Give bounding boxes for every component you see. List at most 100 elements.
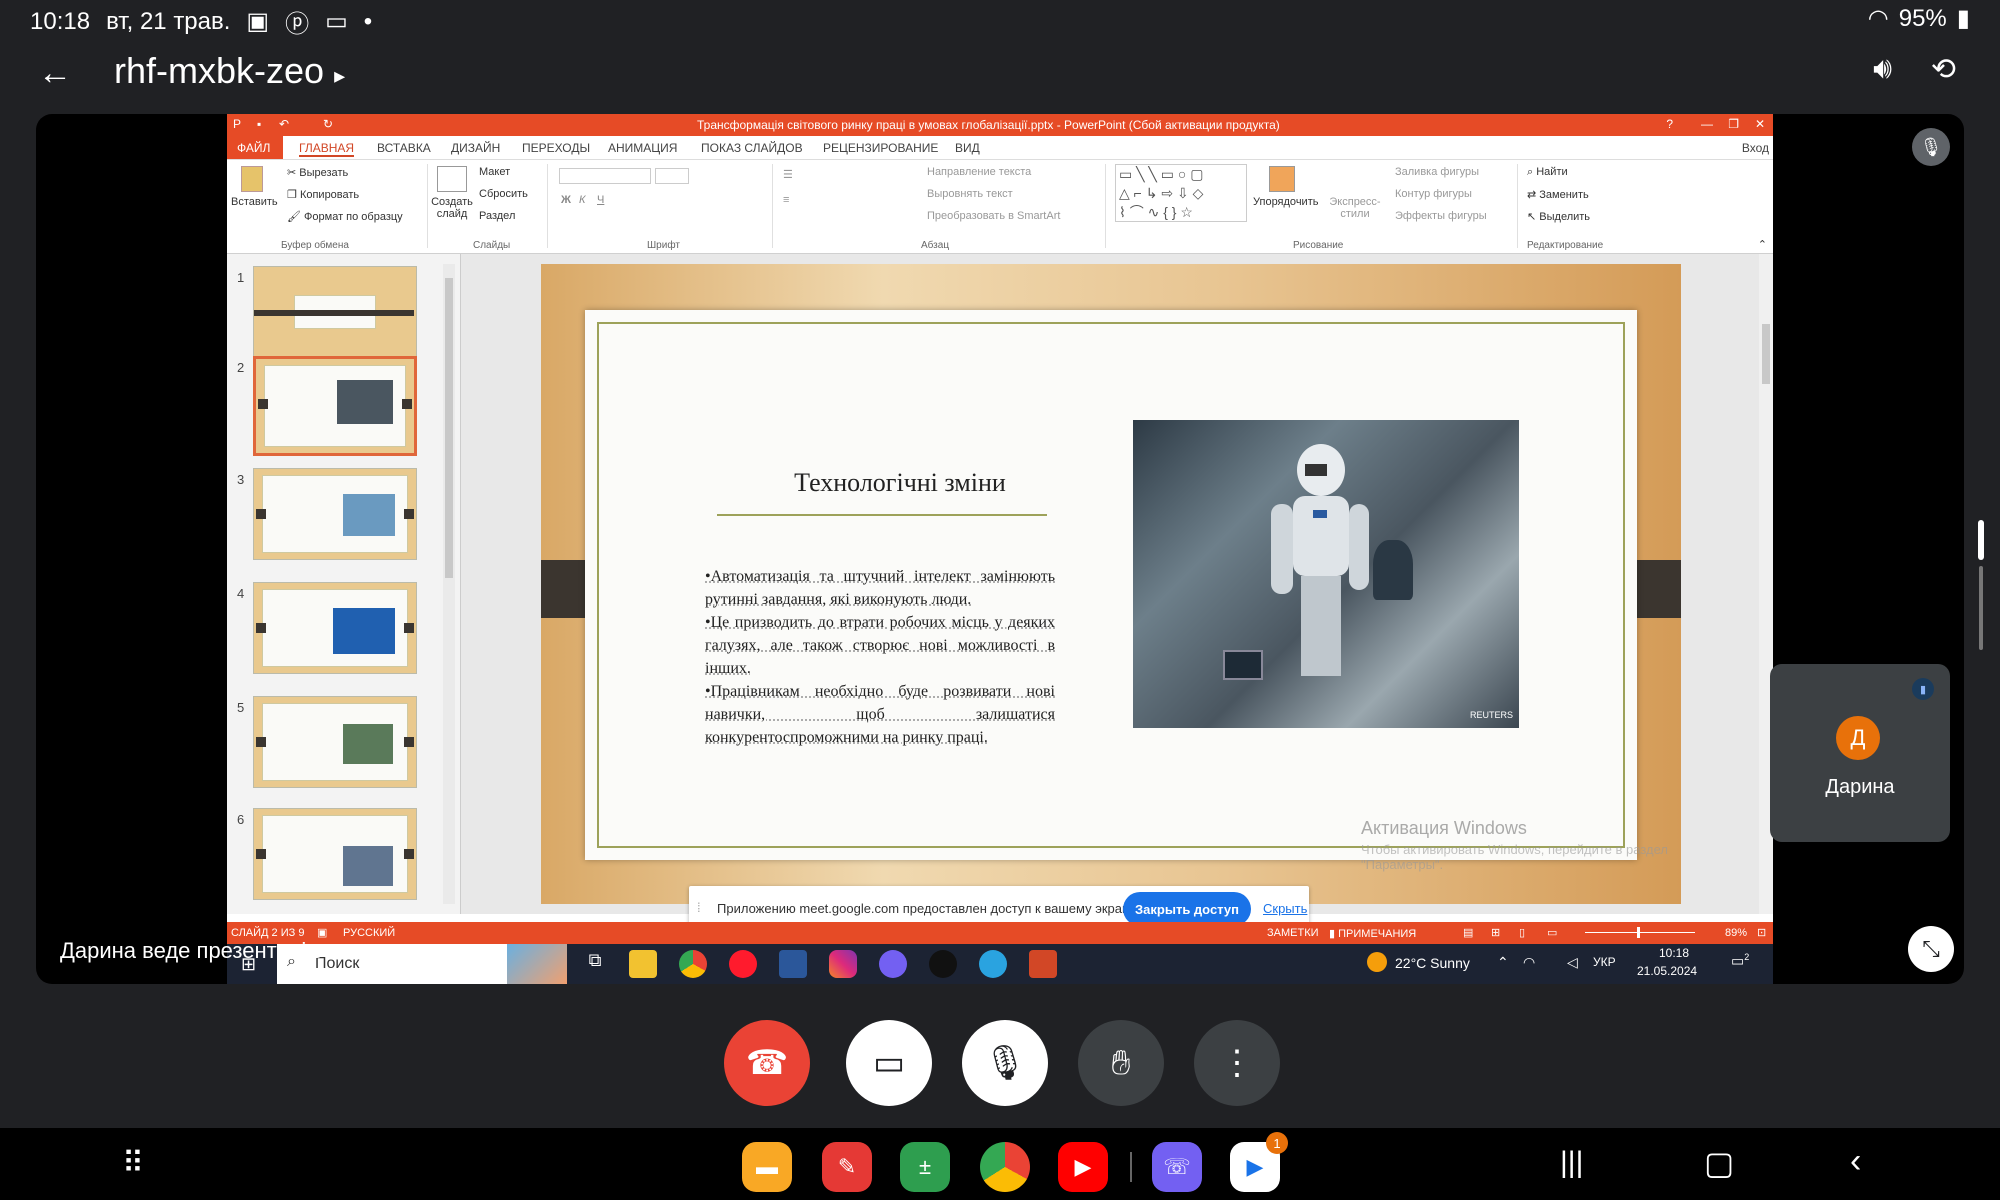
font-size-dropdown[interactable] [655, 168, 689, 184]
input-language[interactable]: УКР [1593, 955, 1616, 969]
shape-outline-button[interactable]: Контур фигуры [1395, 188, 1472, 200]
word-icon[interactable] [779, 950, 807, 978]
arrange-icon[interactable] [1269, 166, 1295, 192]
italic-icon[interactable]: К [579, 194, 585, 206]
shape-effects-button[interactable]: Эффекты фигуры [1395, 210, 1487, 222]
tray-chevron-icon[interactable]: ⌃ [1497, 954, 1509, 971]
instagram-icon[interactable] [829, 950, 857, 978]
robot-factory-photo[interactable]: REUTERS [1133, 420, 1519, 728]
select-button[interactable]: ↖ Выделить [1527, 210, 1590, 223]
tab-design[interactable]: ДИЗАЙН [451, 141, 500, 155]
tab-insert[interactable]: ВСТАВКА [377, 141, 431, 155]
section-button[interactable]: Раздел [479, 210, 515, 222]
fullscreen-exit-icon[interactable]: ⤡ [1908, 926, 1954, 972]
language-status[interactable]: РУССКИЙ [343, 927, 395, 939]
telegram-icon[interactable] [979, 950, 1007, 978]
paste-icon[interactable] [241, 166, 263, 192]
slide-thumbnail[interactable] [253, 266, 417, 358]
arrange-button[interactable]: Упорядочить [1253, 196, 1318, 208]
back-icon[interactable]: ‹ [1850, 1142, 1861, 1181]
underline-icon[interactable]: Ч [597, 194, 604, 206]
new-slide-button[interactable]: Создать слайд [430, 196, 474, 220]
raise-hand-button[interactable]: ✋︎ [1078, 1020, 1164, 1106]
task-view-icon[interactable]: ⧉ [581, 950, 609, 978]
find-button[interactable]: ⌕ Найти [1527, 166, 1568, 179]
replace-button[interactable]: ⇄ Заменить [1527, 188, 1589, 201]
new-slide-icon[interactable] [437, 166, 467, 192]
restore-icon[interactable]: ❐ [1728, 117, 1739, 131]
reset-button[interactable]: Сбросить [479, 188, 528, 200]
slide-thumbnail[interactable] [253, 582, 417, 674]
opera-icon[interactable] [729, 950, 757, 978]
slide-bullets[interactable]: •Автоматизація та штучний інтелект замін… [705, 565, 1055, 749]
recents-icon[interactable]: ||| [1560, 1146, 1583, 1180]
viber-app-icon[interactable]: ☏ [1152, 1142, 1202, 1192]
comments-button[interactable]: ▮ ПРИМЕЧАНИЯ [1329, 927, 1416, 940]
slide-thumbnail-selected[interactable] [253, 356, 417, 456]
copy-button[interactable]: ❐ Копировать [287, 188, 359, 201]
reading-view-icon[interactable]: ▯ [1519, 926, 1525, 939]
shapes-gallery[interactable]: ▭ ╲ ╲ ▭ ○ ▢ △ ⌐ ↳ ⇨ ⇩ ◇ ⌇ ⌒ ∿ { } ☆ [1115, 164, 1247, 222]
slide-thumbnail[interactable] [253, 696, 417, 788]
mic-toggle-button[interactable]: 🎙︎ [962, 1020, 1048, 1106]
notes-button[interactable]: ЗАМЕТКИ [1267, 927, 1319, 939]
sorter-view-icon[interactable]: ⊞ [1491, 926, 1500, 939]
dns-icon[interactable] [929, 950, 957, 978]
tab-transitions[interactable]: ПЕРЕХОДЫ [522, 141, 590, 155]
align-text-button[interactable]: Выровнять текст [927, 188, 1013, 200]
powerpoint-taskbar-icon[interactable] [1029, 950, 1057, 978]
align-left-icon[interactable]: ≡ [783, 194, 789, 206]
camera-toggle-button[interactable]: ▭ [846, 1020, 932, 1106]
youtube-app-icon[interactable]: ▶ [1058, 1142, 1108, 1192]
help-icon[interactable]: ? [1666, 117, 1673, 131]
tab-file[interactable]: ФАЙЛ [227, 136, 283, 159]
tab-home[interactable]: ГЛАВНАЯ [299, 141, 355, 157]
bold-icon[interactable]: Ж [561, 194, 571, 206]
font-name-dropdown[interactable] [559, 168, 651, 184]
app-drawer-icon[interactable]: ⠿ [122, 1146, 144, 1181]
current-slide[interactable]: Технологічні зміни •Автоматизація та шту… [541, 264, 1681, 904]
back-arrow-icon[interactable]: ← [38, 54, 72, 93]
collapse-ribbon-icon[interactable]: ⌃ [1758, 238, 1767, 251]
end-call-button[interactable]: ☎ [724, 1020, 810, 1106]
participant-tile[interactable]: ▮ Д Дарина [1770, 664, 1950, 842]
paste-button[interactable]: Вставить [231, 196, 278, 208]
redo-icon[interactable]: ↻ [323, 117, 333, 131]
my-files-app-icon[interactable]: ▬ [742, 1142, 792, 1192]
hide-link[interactable]: Скрыть [1263, 901, 1307, 916]
tab-view[interactable]: ВИД [955, 141, 980, 155]
weather-text[interactable]: 22°C Sunny [1395, 955, 1470, 971]
signin-link[interactable]: Вход [1742, 141, 1769, 155]
fit-slide-icon[interactable]: ⊡ [1757, 926, 1766, 939]
slide-title[interactable]: Технологічні зміни [725, 468, 1075, 498]
meet-app-icon[interactable]: ▶ 1 [1230, 1132, 1288, 1192]
save-icon[interactable]: ▪ [257, 117, 261, 131]
tab-review[interactable]: РЕЦЕНЗИРОВАНИЕ [823, 141, 938, 155]
smartart-button[interactable]: Преобразовать в SmartArt [927, 210, 1060, 222]
file-explorer-icon[interactable] [629, 950, 657, 978]
notifications-icon[interactable]: ▭2 [1731, 952, 1749, 970]
undo-icon[interactable]: ↶ [279, 117, 289, 131]
drag-handle-icon[interactable]: ⁞ [697, 900, 701, 915]
zoom-slider[interactable] [1585, 927, 1695, 938]
calculator-app-icon[interactable]: ± [900, 1142, 950, 1192]
meeting-code[interactable]: rhf-mxbk-zeo ▸ [114, 50, 345, 92]
notes-app-icon[interactable]: ✎ [822, 1142, 872, 1192]
thumbnails-scrollbar[interactable] [443, 264, 455, 904]
quick-styles-button[interactable]: Экспресс-стили [1327, 196, 1383, 220]
switch-camera-icon[interactable]: ⟲ [1931, 52, 1956, 87]
volume-icon[interactable]: ◁ [1567, 954, 1578, 971]
chrome-app-icon[interactable] [980, 1142, 1030, 1192]
tab-animations[interactable]: АНИМАЦИЯ [608, 141, 677, 155]
text-direction-button[interactable]: Направление текста [927, 166, 1031, 178]
slide-thumbnail[interactable] [253, 808, 417, 900]
network-icon[interactable]: ◠ [1523, 954, 1535, 971]
chrome-icon[interactable] [679, 950, 707, 978]
shape-fill-button[interactable]: Заливка фигуры [1395, 166, 1479, 178]
normal-view-icon[interactable]: ▤ [1463, 926, 1473, 939]
format-painter-button[interactable]: 🖌︎ Формат по образцу [287, 210, 403, 223]
tab-slideshow[interactable]: ПОКАЗ СЛАЙДОВ [701, 141, 803, 155]
layout-button[interactable]: Макет [479, 166, 510, 178]
stop-sharing-button[interactable]: Закрыть доступ [1123, 892, 1251, 926]
cut-button[interactable]: ✂ Вырезать [287, 166, 348, 179]
